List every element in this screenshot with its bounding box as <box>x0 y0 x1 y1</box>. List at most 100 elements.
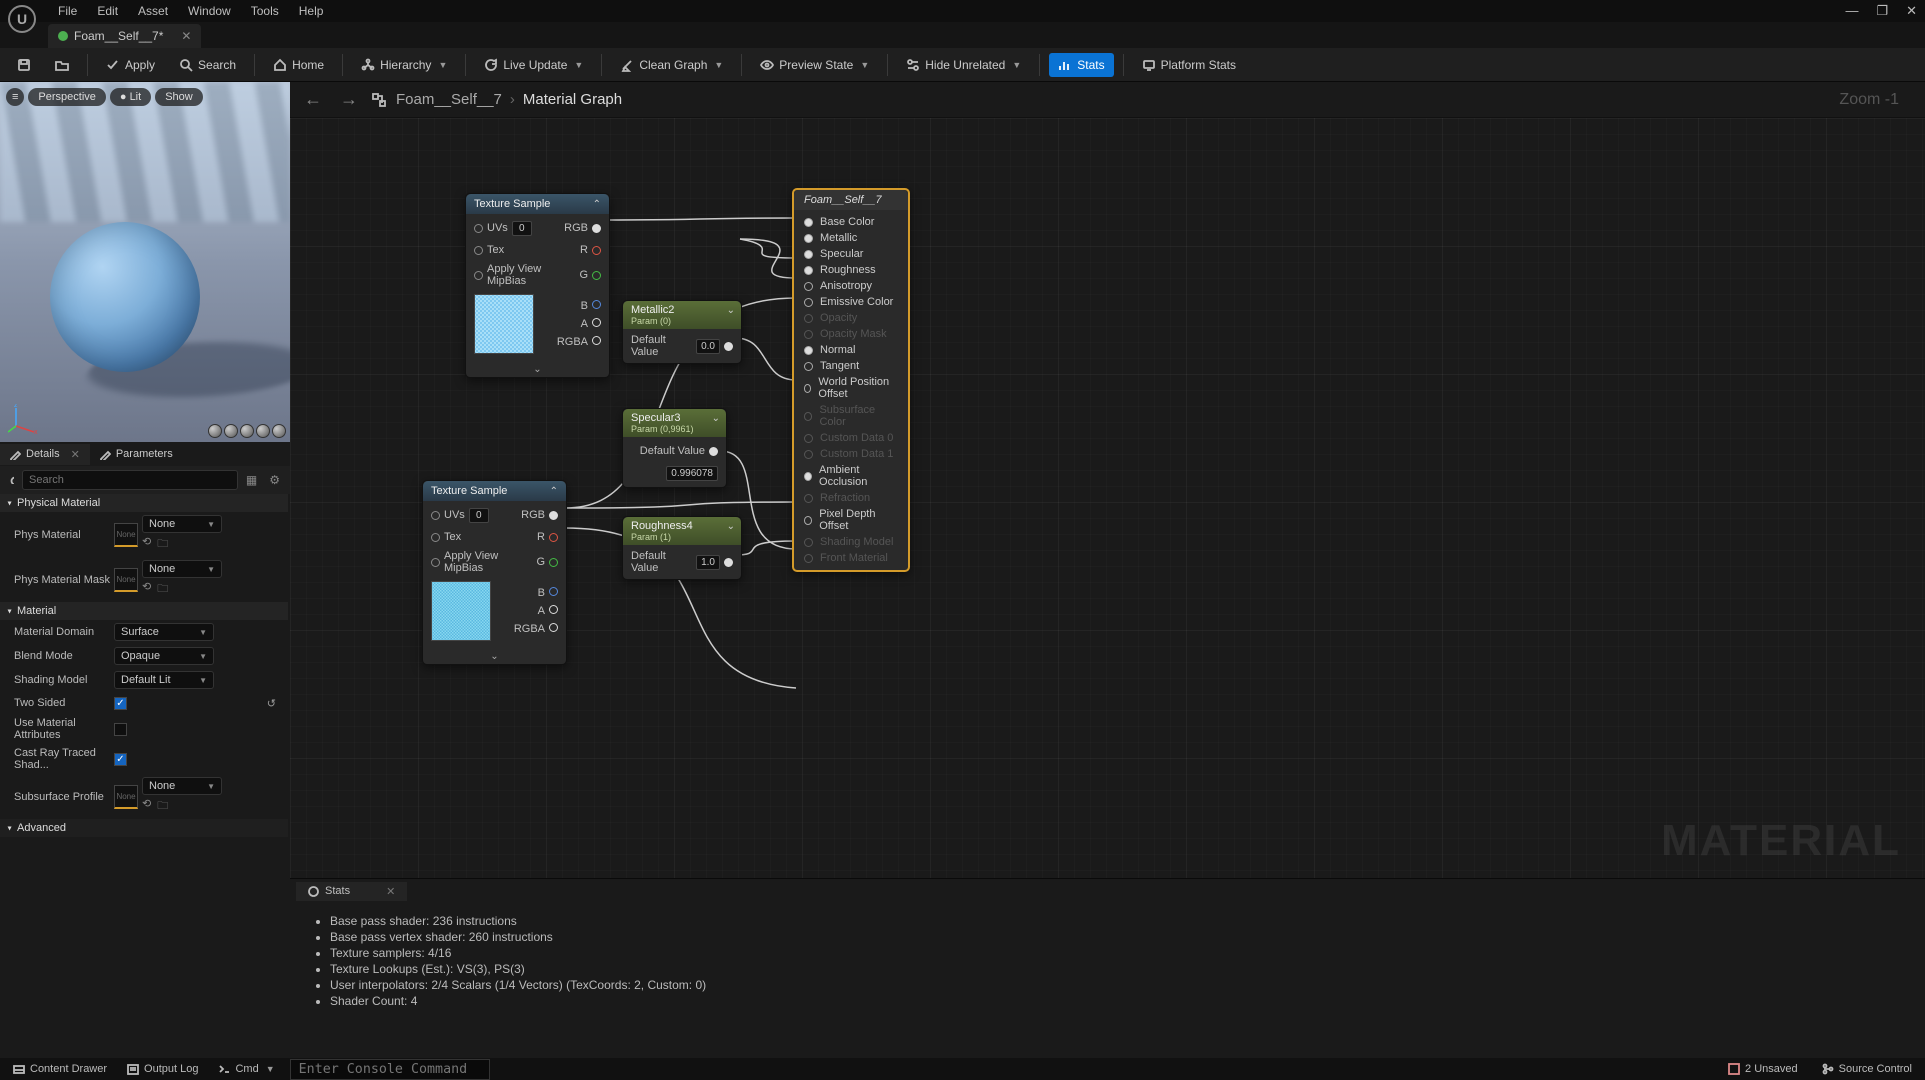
texture-preview[interactable] <box>431 581 491 641</box>
stats-button[interactable]: Stats <box>1049 53 1113 77</box>
subsurface-profile-dropdown[interactable]: None▼ <box>142 777 222 795</box>
minimize-button[interactable]: — <box>1845 3 1858 19</box>
details-panel[interactable]: Physical Material Phys Material None Non… <box>0 494 290 1058</box>
blend-mode-dropdown[interactable]: Opaque▼ <box>114 647 214 665</box>
viewport-lit-button[interactable]: ●Lit <box>110 88 151 106</box>
document-tab[interactable]: Foam__Self__7* ✕ <box>48 24 201 48</box>
phys-material-dropdown[interactable]: None▼ <box>142 515 222 533</box>
save-button[interactable] <box>8 53 40 77</box>
browse-icon[interactable]: 🗀 <box>157 797 168 816</box>
close-icon[interactable]: ✕ <box>386 885 395 898</box>
tab-stats[interactable]: Stats✕ <box>296 882 407 901</box>
source-control-button[interactable]: Source Control <box>1817 1061 1917 1077</box>
output-pin[interactable] <box>549 587 558 596</box>
nav-forward-button[interactable]: → <box>336 87 362 112</box>
collapse-icon[interactable]: ⌃ <box>550 486 558 497</box>
nav-back-button[interactable]: ← <box>300 87 326 112</box>
category-advanced[interactable]: Advanced <box>0 819 288 837</box>
home-button[interactable]: Home <box>264 53 333 77</box>
pin-emissive[interactable]: Emissive Color <box>794 294 908 310</box>
shape-cylinder-button[interactable] <box>208 424 222 438</box>
output-pin[interactable] <box>592 271 601 280</box>
output-pin[interactable] <box>724 342 733 351</box>
material-domain-dropdown[interactable]: Surface▼ <box>114 623 214 641</box>
menu-file[interactable]: File <box>48 1 87 21</box>
viewport-perspective-button[interactable]: Perspective <box>28 88 105 106</box>
pin-specular[interactable]: Specular <box>794 246 908 262</box>
phys-material-mask-dropdown[interactable]: None▼ <box>142 560 222 578</box>
collapse-icon[interactable]: ⌄ <box>727 305 735 316</box>
details-search-input[interactable] <box>22 470 238 490</box>
tab-details[interactable]: Details✕ <box>0 444 90 465</box>
tab-close-button[interactable]: ✕ <box>163 29 191 43</box>
asset-thumbnail[interactable]: None <box>114 523 138 547</box>
output-pin[interactable] <box>592 336 601 345</box>
node-material-result[interactable]: Foam__Self__7 Base Color Metallic Specul… <box>792 188 910 572</box>
value-input[interactable]: 1.0 <box>696 555 720 570</box>
cmd-dropdown[interactable]: Cmd▼ <box>213 1061 279 1077</box>
expand-icon[interactable]: ⌄ <box>466 362 609 377</box>
pin-world-position-offset[interactable]: World Position Offset <box>794 374 908 402</box>
shape-cube-button[interactable] <box>256 424 270 438</box>
collapse-icon[interactable]: ⌃ <box>593 199 601 210</box>
node-texture-sample-2[interactable]: Texture Sample⌃ UVs0RGB TexR Apply View … <box>422 480 567 665</box>
browse-icon[interactable]: 🗀 <box>157 535 168 554</box>
output-pin[interactable] <box>549 605 558 614</box>
shape-custom-button[interactable] <box>272 424 286 438</box>
input-pin[interactable] <box>431 558 440 567</box>
output-pin[interactable] <box>549 533 558 542</box>
menu-tools[interactable]: Tools <box>241 1 289 21</box>
expand-icon[interactable]: ⌄ <box>423 649 566 664</box>
pin-roughness[interactable]: Roughness <box>794 262 908 278</box>
hide-unrelated-button[interactable]: Hide Unrelated▼ <box>897 53 1030 77</box>
search-button[interactable]: Search <box>170 53 245 77</box>
texture-preview[interactable] <box>474 294 534 354</box>
asset-thumbnail[interactable]: None <box>114 568 138 592</box>
gear-icon[interactable]: ⚙ <box>265 471 284 489</box>
platform-stats-button[interactable]: Platform Stats <box>1133 53 1245 77</box>
live-update-button[interactable]: Live Update▼ <box>475 53 592 77</box>
cast-ray-traced-shadows-checkbox[interactable] <box>114 753 127 766</box>
output-pin[interactable] <box>592 300 601 309</box>
tab-parameters[interactable]: Parameters <box>90 444 183 464</box>
shading-model-dropdown[interactable]: Default Lit▼ <box>114 671 214 689</box>
pin-tangent[interactable]: Tangent <box>794 358 908 374</box>
unsaved-button[interactable]: 2 Unsaved <box>1723 1061 1803 1077</box>
input-pin[interactable] <box>474 246 483 255</box>
grid-icon[interactable]: ▦ <box>242 471 261 489</box>
close-button[interactable]: ✕ <box>1906 3 1917 19</box>
output-pin[interactable] <box>592 224 601 233</box>
preview-state-button[interactable]: Preview State▼ <box>751 53 878 77</box>
hierarchy-button[interactable]: Hierarchy▼ <box>352 53 456 77</box>
console-command-input[interactable] <box>290 1059 490 1080</box>
value-input[interactable]: 0.0 <box>696 339 720 354</box>
input-pin[interactable] <box>474 224 483 233</box>
breadcrumb-root[interactable]: Foam__Self__7 <box>396 91 502 108</box>
pin-normal[interactable]: Normal <box>794 342 908 358</box>
menu-help[interactable]: Help <box>289 1 334 21</box>
output-pin[interactable] <box>549 623 558 632</box>
category-material[interactable]: Material <box>0 602 288 620</box>
input-pin[interactable] <box>431 533 440 542</box>
node-roughness[interactable]: Roughness4Param (1)⌄ Default Value1.0 <box>622 516 742 580</box>
browse-icon[interactable]: 🗀 <box>157 580 168 599</box>
menu-window[interactable]: Window <box>178 1 241 21</box>
input-pin[interactable] <box>431 511 440 520</box>
material-graph[interactable]: Texture Sample⌃ UVs0RGB TexR Apply View … <box>290 118 1925 878</box>
use-selected-icon[interactable]: ⟲ <box>142 797 151 816</box>
pin-metallic[interactable]: Metallic <box>794 230 908 246</box>
output-pin[interactable] <box>592 318 601 327</box>
content-drawer-button[interactable]: Content Drawer <box>8 1061 112 1077</box>
output-log-button[interactable]: Output Log <box>122 1061 203 1077</box>
pin-pixel-depth-offset[interactable]: Pixel Depth Offset <box>794 506 908 534</box>
apply-button[interactable]: Apply <box>97 53 164 77</box>
node-metallic[interactable]: Metallic2Param (0)⌄ Default Value0.0 <box>622 300 742 364</box>
menu-asset[interactable]: Asset <box>128 1 178 21</box>
pin-base-color[interactable]: Base Color <box>794 214 908 230</box>
output-pin[interactable] <box>709 447 718 456</box>
shape-plane-button[interactable] <box>240 424 254 438</box>
output-pin[interactable] <box>592 246 601 255</box>
clean-graph-button[interactable]: Clean Graph▼ <box>611 53 732 77</box>
two-sided-checkbox[interactable] <box>114 697 127 710</box>
use-selected-icon[interactable]: ⟲ <box>142 580 151 599</box>
